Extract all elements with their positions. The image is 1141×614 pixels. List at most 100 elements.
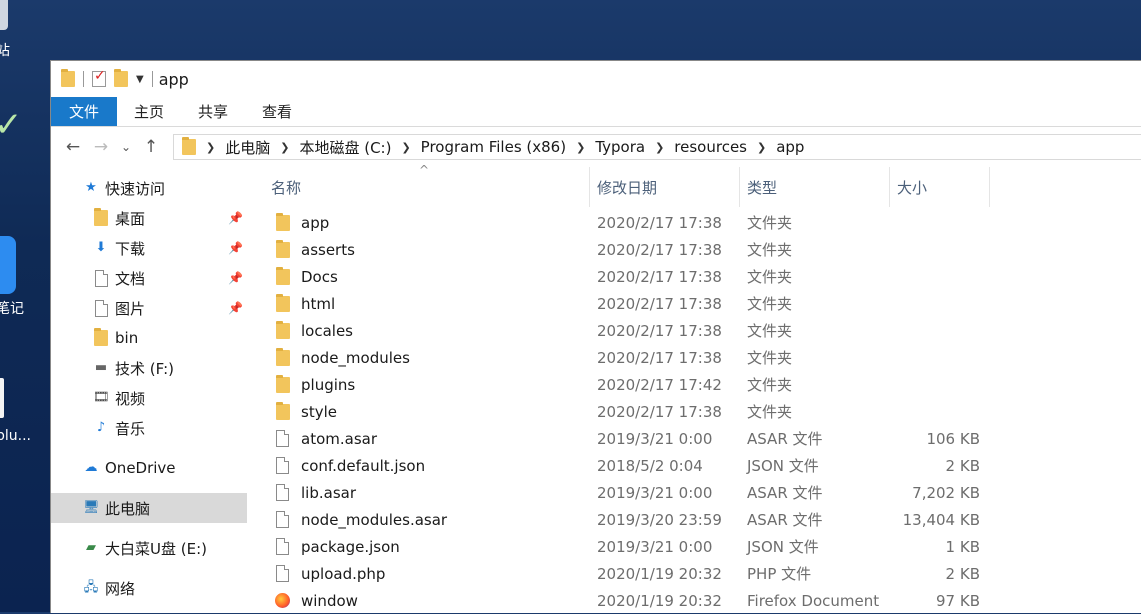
tab-view[interactable]: 查看 <box>245 97 309 126</box>
nav-item-desktop[interactable]: 桌面 📌 <box>51 203 247 233</box>
file-row[interactable]: package.json 2019/3/21 0:00 JSON 文件 1 KB <box>247 533 1141 560</box>
file-row[interactable]: node_modules 2020/2/17 17:38 文件夹 <box>247 344 1141 371</box>
file-row[interactable]: upload.php 2020/1/19 20:32 PHP 文件 2 KB <box>247 560 1141 587</box>
file-type: 文件夹 <box>747 241 793 259</box>
chevron-right-icon[interactable]: ❯ <box>655 141 664 154</box>
desktop-app-icon[interactable]: ✓ <box>0 108 23 142</box>
pictures-folder-icon <box>93 300 109 317</box>
nav-item-documents[interactable]: 文档 📌 <box>51 263 247 293</box>
breadcrumb-resources[interactable]: resources <box>674 138 747 156</box>
chevron-right-icon[interactable]: ❯ <box>757 141 766 154</box>
pin-icon[interactable]: 📌 <box>228 211 243 225</box>
file-row[interactable]: window 2020/1/19 20:32 Firefox Document 97 … <box>247 587 1141 614</box>
file-row[interactable]: Docs 2020/2/17 17:38 文件夹 <box>247 263 1141 290</box>
pin-icon[interactable]: 📌 <box>228 271 243 285</box>
file-explorer-window: ▼ app 文件 主页 共享 查看 ← → ⌄ ↑ ❯ 此电脑 ❯ 本地磁盘 (… <box>50 60 1141 613</box>
up-arrow-icon[interactable]: ↑ <box>137 137 165 157</box>
nav-usb-drive[interactable]: ▰ 大白菜U盘 (E:) <box>51 533 247 563</box>
file-row[interactable]: plugins 2020/2/17 17:42 文件夹 <box>247 371 1141 398</box>
file-date: 2020/2/17 17:38 <box>597 240 722 259</box>
nav-label: bin <box>115 329 139 347</box>
customize-toolbar-dropdown-icon[interactable]: ▼ <box>136 74 144 85</box>
desktop-label: 笔记 <box>0 301 24 317</box>
nav-item-bin[interactable]: bin <box>51 323 247 353</box>
file-row[interactable]: node_modules.asar 2019/3/20 23:59 ASAR 文件 1… <box>247 506 1141 533</box>
file-row[interactable]: asserts 2020/2/17 17:38 文件夹 <box>247 236 1141 263</box>
documents-folder-icon <box>93 270 109 287</box>
folder-icon <box>275 320 290 339</box>
file-row[interactable]: conf.default.json 2018/5/2 0:04 JSON 文件 2 K… <box>247 452 1141 479</box>
nav-onedrive[interactable]: ☁ OneDrive <box>51 453 247 483</box>
file-name: conf.default.json <box>301 456 426 475</box>
breadcrumb-local-disk[interactable]: 本地磁盘 (C:) <box>299 137 391 158</box>
nav-label: 此电脑 <box>105 499 151 518</box>
file-name-cell: atom.asar <box>247 430 590 448</box>
file-row[interactable]: app 2020/2/17 17:38 文件夹 <box>247 209 1141 236</box>
nav-item-videos[interactable]: 🎞 视频 <box>51 383 247 413</box>
quick-access-toolbar: ▼ <box>61 68 153 87</box>
file-rows: app 2020/2/17 17:38 文件夹 asserts 2020/2/17 17… <box>247 207 1141 614</box>
column-header-size[interactable]: 大小 <box>890 167 990 207</box>
desktop-label: 站 <box>0 43 10 59</box>
tab-home[interactable]: 主页 <box>117 97 181 126</box>
file-icon <box>276 511 289 528</box>
nav-label: 快速访问 <box>105 179 166 198</box>
nav-item-drive-f[interactable]: ▬ 技术 (F:) <box>51 353 247 383</box>
chevron-right-icon[interactable]: ❯ <box>206 141 215 154</box>
chevron-right-icon[interactable]: ❯ <box>401 141 410 154</box>
nav-this-pc[interactable]: 🖥 此电脑 <box>51 493 247 523</box>
file-date: 2019/3/21 0:00 <box>597 537 713 556</box>
pin-icon[interactable]: 📌 <box>228 301 243 315</box>
chevron-right-icon[interactable]: ❯ <box>576 141 585 154</box>
breadcrumb-typora[interactable]: Typora <box>595 138 645 156</box>
file-name: node_modules.asar <box>301 510 448 529</box>
file-type: 文件夹 <box>747 403 793 421</box>
title-bar: ▼ app <box>51 61 1141 97</box>
file-name-cell: plugins <box>247 374 590 394</box>
column-header-date[interactable]: 修改日期 <box>590 167 740 207</box>
file-name: app <box>301 213 330 232</box>
folder-icon <box>93 328 109 346</box>
forward-arrow-icon[interactable]: → <box>87 137 115 157</box>
address-bar[interactable]: ❯ 此电脑 ❯ 本地磁盘 (C:) ❯ Program Files (x86) … <box>173 134 1141 160</box>
file-row[interactable]: lib.asar 2019/3/21 0:00 ASAR 文件 7,202 KB <box>247 479 1141 506</box>
desktop-notes-icon[interactable] <box>0 236 16 294</box>
file-name: atom.asar <box>301 429 377 448</box>
file-name: lib.asar <box>301 483 356 502</box>
nav-label: 桌面 <box>115 209 146 228</box>
file-row[interactable]: style 2020/2/17 17:38 文件夹 <box>247 398 1141 425</box>
nav-item-downloads[interactable]: ⬇ 下载 📌 <box>51 233 247 263</box>
folder-icon <box>275 212 290 231</box>
recent-locations-chevron-icon[interactable]: ⌄ <box>115 140 137 154</box>
desktop-shortcut-icon[interactable] <box>0 0 8 30</box>
tab-file[interactable]: 文件 <box>51 97 118 126</box>
file-name: package.json <box>301 537 400 556</box>
nav-quick-access[interactable]: ★ 快速访问 <box>51 173 247 203</box>
nav-item-pictures[interactable]: 图片 📌 <box>51 293 247 323</box>
file-row[interactable]: html 2020/2/17 17:38 文件夹 <box>247 290 1141 317</box>
window-title: app <box>158 69 189 89</box>
file-row[interactable]: locales 2020/2/17 17:38 文件夹 <box>247 317 1141 344</box>
file-type: ASAR 文件 <box>747 511 823 529</box>
file-size: 97 KB <box>936 591 980 610</box>
breadcrumb-app[interactable]: app <box>776 138 804 156</box>
desktop-file-icon[interactable] <box>0 378 4 418</box>
chevron-right-icon[interactable]: ❯ <box>280 141 289 154</box>
pin-icon[interactable]: 📌 <box>228 241 243 255</box>
download-folder-icon: ⬇ <box>95 240 107 255</box>
tab-share[interactable]: 共享 <box>181 97 245 126</box>
file-row[interactable]: atom.asar 2019/3/21 0:00 ASAR 文件 106 KB <box>247 425 1141 452</box>
column-header-type[interactable]: 类型 <box>740 167 890 207</box>
folder-icon <box>275 347 290 366</box>
back-arrow-icon[interactable]: ← <box>59 137 87 157</box>
nav-item-music[interactable]: ♪ 音乐 <box>51 413 247 443</box>
file-type: PHP 文件 <box>747 565 812 583</box>
nav-label: 大白菜U盘 (E:) <box>105 539 207 558</box>
toolbar-divider <box>151 71 153 87</box>
new-folder-icon[interactable] <box>114 69 128 87</box>
breadcrumb-program-files[interactable]: Program Files (x86) <box>421 138 566 156</box>
properties-icon[interactable] <box>92 68 106 87</box>
nav-label: OneDrive <box>105 459 176 477</box>
breadcrumb-this-pc[interactable]: 此电脑 <box>225 137 270 158</box>
nav-network[interactable]: 🖧 网络 <box>51 573 247 603</box>
